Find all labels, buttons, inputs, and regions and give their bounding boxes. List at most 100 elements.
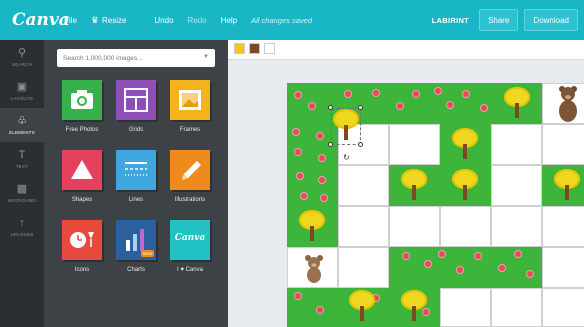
flower-icon [321, 195, 327, 201]
flower-icon [435, 88, 441, 94]
grass-block[interactable] [287, 165, 338, 206]
rail-uploads-label: UPLOADS [10, 232, 34, 237]
path-cell [338, 247, 389, 288]
tile-icons[interactable]: Icons [62, 220, 102, 273]
rail-search[interactable]: ⚲ SEARCH [0, 40, 44, 74]
chevron-down-icon[interactable]: ▼ [203, 54, 209, 60]
tile-shapes[interactable]: Shapes [62, 150, 102, 203]
workspace: ↻ [228, 40, 584, 327]
path-cell [389, 124, 440, 165]
save-status: All changes saved [251, 15, 312, 25]
tile-label: Icons [74, 267, 90, 273]
flower-icon [397, 103, 403, 109]
swatch-yellow[interactable] [234, 43, 245, 54]
color-palette [228, 40, 584, 60]
tile-charts[interactable]: NEW Charts [116, 220, 156, 273]
tree-icon [450, 128, 480, 160]
tile-free-photos[interactable]: Free Photos [62, 80, 102, 133]
tree-icon [502, 87, 532, 119]
flower-icon [295, 149, 301, 155]
path-cell [542, 247, 584, 288]
flower-icon [295, 92, 301, 98]
tile-lines[interactable]: Lines [116, 150, 156, 203]
menu-redo[interactable]: Redo [188, 16, 207, 25]
rail-elements[interactable]: ♧ ELEMENTS [0, 108, 44, 142]
search-input[interactable] [63, 54, 193, 62]
rail-elements-label: ELEMENTS [9, 130, 35, 135]
flower-icon [439, 251, 445, 257]
flower-icon [425, 261, 431, 267]
tile-frames[interactable]: Frames [170, 80, 210, 133]
selection-box[interactable] [331, 108, 361, 145]
flower-icon [317, 133, 323, 139]
resize-handle[interactable] [328, 142, 333, 147]
swatch-white[interactable] [264, 43, 275, 54]
document-name[interactable]: LABIRINT [432, 16, 469, 25]
tile-label: Shapes [71, 197, 93, 203]
tile-label: Grids [128, 127, 144, 133]
menu-undo[interactable]: Undo [154, 16, 173, 25]
flower-icon [345, 91, 351, 97]
flower-icon [317, 307, 323, 313]
share-button[interactable]: Share [479, 9, 519, 31]
bear-icon [557, 85, 579, 128]
menu-file[interactable]: File [64, 16, 77, 25]
elements-panel: ▼ Free Photos Grids Frames Shapes [44, 40, 228, 327]
flower-icon [293, 129, 299, 135]
flower-icon [447, 102, 453, 108]
tile-illustrations[interactable]: Illustrations [170, 150, 210, 203]
flower-icon [301, 193, 307, 199]
rotate-icon[interactable]: ↻ [343, 153, 350, 162]
path-cell [542, 124, 584, 165]
tree-icon [552, 169, 582, 201]
rail-text[interactable]: T TEXT [0, 142, 44, 176]
crown-icon: ♛ [90, 14, 99, 25]
tree-icon [450, 169, 480, 201]
swatch-brown[interactable] [249, 43, 260, 54]
rail-layouts-label: LAYOUTS [10, 96, 34, 101]
flower-icon [527, 271, 533, 277]
download-button[interactable]: Download [524, 9, 578, 31]
bear-icon [303, 254, 325, 289]
tile-label: I ♥ Canva [177, 267, 203, 273]
background-icon: ▩ [16, 183, 28, 195]
path-cell [491, 165, 542, 206]
frame-icon [170, 80, 210, 120]
pencil-icon [170, 150, 210, 190]
tile-grids[interactable]: Grids [116, 80, 156, 133]
camera-icon [62, 80, 102, 120]
design-canvas[interactable]: ↻ [287, 83, 584, 327]
rail-layouts[interactable]: ▣ LAYOUTS [0, 74, 44, 108]
main-menu: File ♛ Resize Undo Redo Help [64, 15, 251, 26]
flower-icon [309, 103, 315, 109]
resize-handle[interactable] [358, 105, 363, 110]
canva-logo-text: Canva [174, 233, 206, 243]
menu-help[interactable]: Help [221, 16, 237, 25]
side-rail: ⚲ SEARCH ▣ LAYOUTS ♧ ELEMENTS T TEXT ▩ B… [0, 40, 44, 327]
triangle-icon [62, 150, 102, 190]
rail-text-label: TEXT [15, 164, 29, 169]
flower-icon [319, 177, 325, 183]
flower-icon [413, 91, 419, 97]
clock-icon [62, 220, 102, 260]
resize-handle[interactable] [328, 105, 333, 110]
tree-icon [399, 290, 429, 322]
menu-resize-label: Resize [101, 15, 127, 25]
flower-icon [463, 91, 469, 97]
image-search: ▼ [57, 49, 215, 67]
flower-icon [403, 253, 409, 259]
rail-background[interactable]: ▩ BKGROUND [0, 176, 44, 210]
rail-search-label: SEARCH [12, 62, 32, 67]
rail-uploads[interactable]: ↑ UPLOADS [0, 210, 44, 244]
path-cell [491, 124, 542, 165]
menu-resize[interactable]: ♛ Resize [91, 15, 141, 26]
path-cell [338, 206, 389, 247]
shapes-icon: ♧ [17, 115, 27, 127]
chart-icon: NEW [116, 220, 156, 260]
resize-handle[interactable] [358, 142, 363, 147]
canva-logo[interactable]: Canva [12, 10, 70, 30]
rail-background-label: BKGROUND [8, 198, 36, 203]
path-cell [491, 288, 542, 327]
tile-label: Frames [179, 127, 201, 133]
tile-i-love-canva[interactable]: Canva I ♥ Canva [170, 220, 210, 273]
